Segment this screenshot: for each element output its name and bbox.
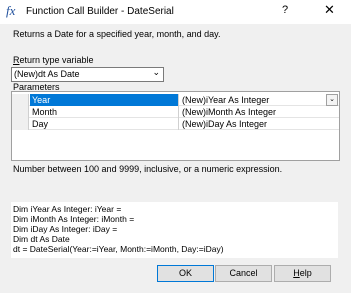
row-header [12,94,29,106]
parameter-value-cell[interactable]: (New)iDay As Integer [180,118,339,130]
parameter-hint: Number between 100 and 9999, inclusive, … [13,164,283,174]
parameter-value: (New)iMonth As Integer [182,107,277,117]
parameter-name: Day [32,119,49,129]
fx-icon: fx [6,3,16,18]
chevron-down-icon[interactable]: ⌄ [152,67,160,78]
close-icon[interactable]: ✕ [324,2,335,18]
parameter-name-cell[interactable]: Year [30,94,179,106]
parameter-value: (New)iYear As Integer [182,95,270,105]
parameter-value: (New)iDay As Integer [182,119,268,129]
parameter-name-cell[interactable]: Month [30,106,179,118]
code-line: Dim dt As Date [13,234,70,244]
parameter-name: Month [32,107,58,117]
help-title-button[interactable]: ? [282,4,288,16]
code-line: Dim iDay As Integer: iDay = [13,224,118,234]
parameter-row-month[interactable]: Month (New)iMonth As Integer [12,106,339,118]
function-description: Returns a Date for a specified year, mon… [13,29,221,39]
return-type-combobox[interactable]: (New)dt As Date ⌄ [11,67,164,82]
return-type-label-rest: eturn type variable [19,55,94,65]
parameter-name-cell[interactable]: Day [30,118,179,130]
parameter-value-cell[interactable]: (New)iYear As Integer ⌄ [180,94,339,106]
parameter-name: Year [32,95,51,105]
parameter-row-year[interactable]: Year (New)iYear As Integer ⌄ [12,94,339,106]
code-line: dt = DateSerial(Year:=iYear, Month:=iMon… [13,244,224,254]
chevron-down-icon[interactable]: ⌄ [326,94,338,106]
return-type-value: (New)dt As Date [14,69,80,79]
return-type-label: Return type variable [13,55,94,65]
cancel-button[interactable]: Cancel [215,265,272,282]
parameter-value-cell[interactable]: (New)iMonth As Integer [180,106,339,118]
parameters-grid[interactable]: Year (New)iYear As Integer ⌄ Month (New)… [11,91,340,161]
parameter-row-day[interactable]: Day (New)iDay As Integer [12,118,339,130]
code-line: Dim iMonth As Integer: iMonth = [13,214,135,224]
window-title: Function Call Builder - DateSerial [26,6,174,17]
code-line: Dim iYear As Integer: iYear = [13,204,122,214]
code-preview[interactable]: Dim iYear As Integer: iYear = Dim iMonth… [11,202,338,258]
ok-button[interactable]: OK [157,265,214,282]
row-header [12,118,29,130]
row-header [12,106,29,118]
help-button-rest: elp [299,268,312,278]
help-button[interactable]: Help [274,265,331,282]
